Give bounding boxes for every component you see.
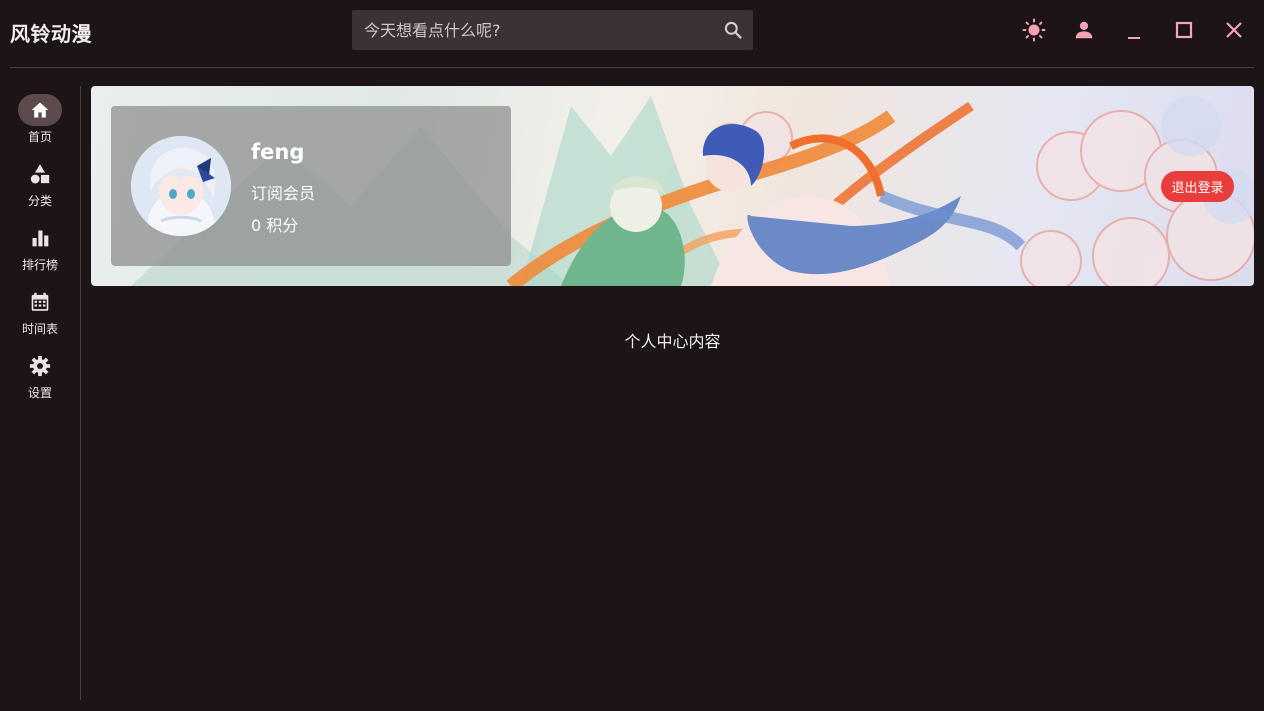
sun-icon: [1022, 18, 1046, 42]
sidebar-item-category[interactable]: 分类: [0, 158, 80, 218]
minimize-icon: [1128, 37, 1140, 39]
theme-toggle-button[interactable]: [1014, 10, 1054, 50]
user-icon: [1075, 21, 1093, 39]
nav-icon-wrap: [18, 158, 62, 190]
nav-icon-wrap: [18, 94, 62, 126]
home-icon: [31, 102, 49, 118]
header-divider: [10, 67, 1254, 68]
avatar[interactable]: [131, 136, 231, 236]
sidebar-item-settings[interactable]: 设置: [0, 350, 80, 410]
app-title: 风铃动漫: [10, 22, 92, 46]
search-input[interactable]: [352, 10, 713, 50]
close-button[interactable]: [1214, 10, 1254, 50]
sidebar: 首页 分类 排行榜 时间表 设置: [0, 86, 80, 706]
search-box: [352, 10, 753, 50]
sidebar-item-label: 排行榜: [21, 258, 58, 272]
calendar-icon: [31, 292, 49, 311]
username: feng: [251, 140, 305, 164]
maximize-icon: [1175, 21, 1193, 39]
avatar-image: [131, 136, 231, 236]
sidebar-item-ranking[interactable]: 排行榜: [0, 222, 80, 282]
sidebar-item-label: 分类: [27, 194, 52, 208]
sidebar-item-home[interactable]: 首页: [0, 94, 80, 154]
nav-icon-wrap: [18, 350, 62, 382]
nav-icon-wrap: [18, 286, 62, 318]
sidebar-item-label: 设置: [27, 386, 52, 400]
nav-icon-wrap: [18, 222, 62, 254]
logout-button[interactable]: 退出登录: [1161, 171, 1234, 202]
title-bar: 风铃动漫: [0, 0, 1264, 62]
profile-card: feng 订阅会员 0 积分: [111, 106, 511, 266]
close-icon: [1226, 22, 1242, 38]
points-balance: 0 积分: [251, 216, 299, 235]
membership-status: 订阅会员: [251, 184, 316, 203]
maximize-button[interactable]: [1164, 10, 1204, 50]
bar-chart-icon: [32, 230, 49, 247]
category-shapes-icon: [30, 164, 50, 184]
sidebar-item-label: 首页: [27, 130, 52, 144]
profile-banner: feng 订阅会员 0 积分 退出登录: [91, 86, 1254, 286]
profile-content-placeholder: 个人中心内容: [624, 332, 721, 351]
sidebar-item-label: 时间表: [21, 322, 58, 336]
search-icon[interactable]: [713, 10, 753, 50]
minimize-button[interactable]: [1114, 10, 1154, 50]
user-button[interactable]: [1064, 10, 1104, 50]
sidebar-divider: [80, 86, 81, 700]
sidebar-item-schedule[interactable]: 时间表: [0, 286, 80, 346]
gear-icon: [29, 355, 51, 377]
